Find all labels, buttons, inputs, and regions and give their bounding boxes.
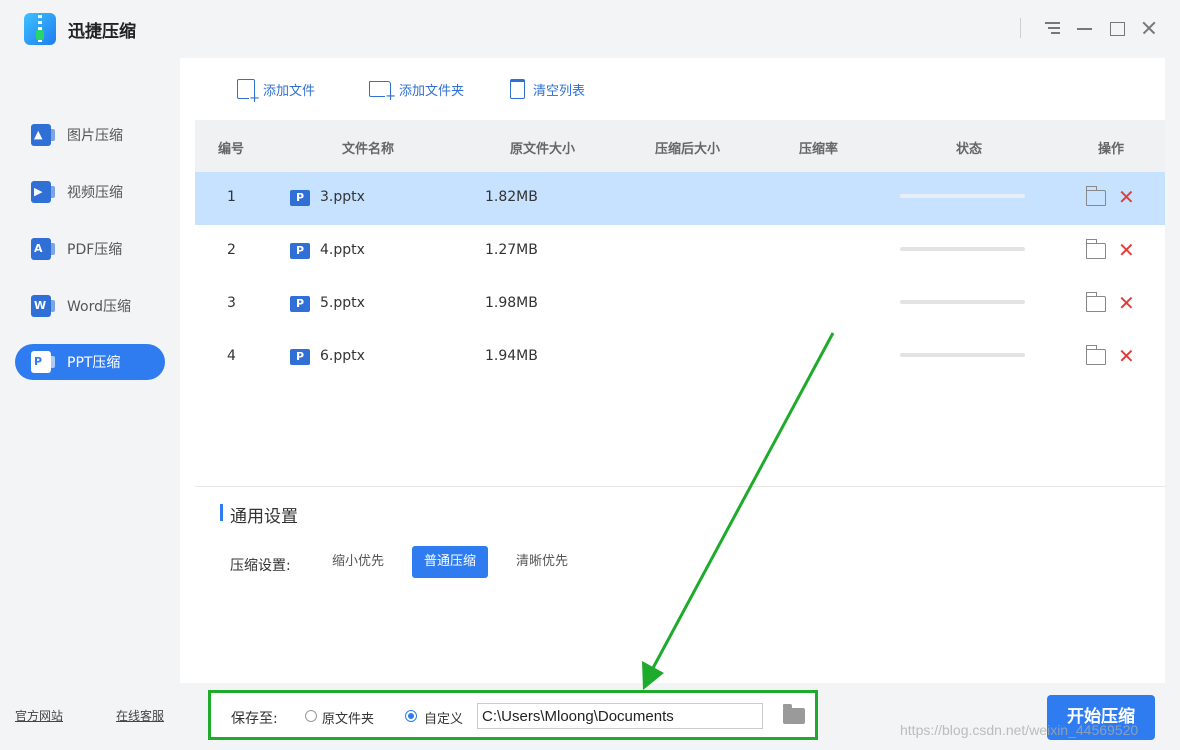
row-index: 4	[227, 348, 236, 364]
row-original-size: 1.94MB	[485, 348, 538, 364]
radio-original-folder-label[interactable]: 原文件夹	[322, 708, 374, 727]
sidebar-item-ppt[interactable]: P PPT压缩	[15, 344, 165, 380]
add-file-icon: +	[237, 79, 260, 105]
status-progress-bar	[900, 194, 1025, 198]
sidebar-item-word[interactable]: W Word压缩	[15, 288, 165, 324]
watermark-text: https://blog.csdn.net/weixin_44569520	[900, 722, 1139, 738]
app-title: 迅捷压缩	[68, 22, 136, 42]
radio-custom-label[interactable]: 自定义	[424, 708, 463, 727]
sidebar-item-label: 图片压缩	[67, 128, 123, 144]
radio-custom[interactable]	[405, 710, 417, 722]
column-header-original-size: 原文件大小	[510, 142, 576, 157]
ppt-file-icon: P	[290, 190, 310, 206]
row-file-name: 4.pptx	[320, 242, 365, 258]
section-accent-bar	[220, 504, 223, 521]
open-folder-icon[interactable]	[1085, 239, 1106, 259]
open-folder-icon[interactable]	[1085, 186, 1106, 206]
sidebar: ▲ 图片压缩 ▶ 视频压缩 A PDF压缩 W Word压缩 P PPT压缩	[0, 58, 180, 750]
title-divider	[1020, 18, 1021, 38]
maximize-icon[interactable]	[1106, 17, 1128, 39]
minimize-icon[interactable]	[1074, 17, 1096, 39]
status-progress-bar	[900, 300, 1025, 304]
delete-icon[interactable]: ✕	[1118, 293, 1135, 313]
clear-list-button[interactable]: 清空列表	[510, 78, 585, 100]
column-header-actions: 操作	[1098, 142, 1125, 157]
sidebar-item-video[interactable]: ▶ 视频压缩	[15, 174, 165, 210]
online-support-link[interactable]: 在线客服	[116, 707, 164, 724]
app-logo-icon	[24, 13, 56, 45]
ppt-file-icon: P	[290, 349, 310, 365]
open-folder-icon[interactable]	[1085, 345, 1106, 365]
sidebar-item-label: PDF压缩	[67, 242, 123, 258]
status-progress-bar	[900, 353, 1025, 357]
table-header: 编号 文件名称 原文件大小 压缩后大小 压缩率 状态 操作	[195, 120, 1165, 172]
row-index: 1	[227, 189, 236, 205]
add-folder-icon: +	[369, 81, 396, 103]
pdf-icon: A	[31, 238, 55, 260]
menu-icon[interactable]	[1042, 17, 1064, 39]
section-divider	[195, 486, 1165, 487]
sidebar-item-label: 视频压缩	[67, 185, 123, 201]
row-original-size: 1.82MB	[485, 189, 538, 205]
row-file-name: 6.pptx	[320, 348, 365, 364]
ppt-file-icon: P	[290, 296, 310, 312]
sidebar-item-pdf[interactable]: A PDF压缩	[15, 231, 165, 267]
add-file-label: 添加文件	[263, 83, 316, 99]
delete-icon[interactable]: ✕	[1118, 187, 1135, 207]
add-folder-label: 添加文件夹	[399, 83, 465, 99]
title-bar: 迅捷压缩	[0, 0, 1180, 58]
add-file-button[interactable]: + 添加文件	[237, 78, 316, 105]
ppt-file-icon: P	[290, 243, 310, 259]
status-progress-bar	[900, 247, 1025, 251]
column-header-compressed-size: 压缩后大小	[655, 142, 721, 157]
trash-icon	[510, 79, 525, 99]
compress-settings-label: 压缩设置:	[230, 558, 291, 574]
column-header-status: 状态	[956, 142, 983, 157]
delete-icon[interactable]: ✕	[1118, 240, 1135, 260]
open-folder-icon[interactable]	[1085, 292, 1106, 312]
row-index: 3	[227, 295, 236, 311]
browse-folder-icon[interactable]	[783, 704, 805, 724]
sidebar-item-image[interactable]: ▲ 图片压缩	[15, 117, 165, 153]
ppt-icon: P	[31, 351, 55, 373]
option-clarity-priority[interactable]: 清晰优先	[504, 546, 580, 578]
column-header-ratio: 压缩率	[799, 142, 839, 157]
word-icon: W	[31, 295, 55, 317]
row-original-size: 1.27MB	[485, 242, 538, 258]
table-row[interactable]: 2 P 4.pptx 1.27MB ✕	[195, 225, 1165, 278]
save-path-input[interactable]	[477, 703, 763, 729]
table-row[interactable]: 1 P 3.pptx 1.82MB ✕	[195, 172, 1165, 225]
column-header-name: 文件名称	[342, 142, 395, 157]
video-icon: ▶	[31, 181, 55, 203]
row-index: 2	[227, 242, 236, 258]
row-file-name: 3.pptx	[320, 189, 365, 205]
table-row[interactable]: 3 P 5.pptx 1.98MB ✕	[195, 278, 1165, 331]
settings-title: 通用设置	[230, 507, 298, 527]
clear-list-label: 清空列表	[533, 83, 586, 99]
image-icon: ▲	[31, 124, 55, 146]
column-header-index: 编号	[218, 142, 245, 157]
add-folder-button[interactable]: + 添加文件夹	[369, 78, 465, 103]
sidebar-item-label: PPT压缩	[67, 355, 121, 371]
main-panel: + 添加文件 + 添加文件夹 清空列表 编号 文件名称 原文件大小 压缩后大小 …	[180, 58, 1165, 683]
save-to-label: 保存至:	[231, 711, 278, 727]
option-size-priority[interactable]: 缩小优先	[320, 546, 396, 578]
delete-icon[interactable]: ✕	[1118, 346, 1135, 366]
official-website-link[interactable]: 官方网站	[15, 707, 63, 724]
close-icon[interactable]	[1138, 17, 1160, 39]
save-location-box: 保存至: 原文件夹 自定义	[208, 690, 818, 740]
table-row[interactable]: 4 P 6.pptx 1.94MB ✕	[195, 331, 1165, 384]
row-file-name: 5.pptx	[320, 295, 365, 311]
sidebar-item-label: Word压缩	[67, 299, 131, 315]
option-normal-compression[interactable]: 普通压缩	[412, 546, 489, 578]
row-original-size: 1.98MB	[485, 295, 538, 311]
radio-original-folder[interactable]	[305, 710, 317, 722]
